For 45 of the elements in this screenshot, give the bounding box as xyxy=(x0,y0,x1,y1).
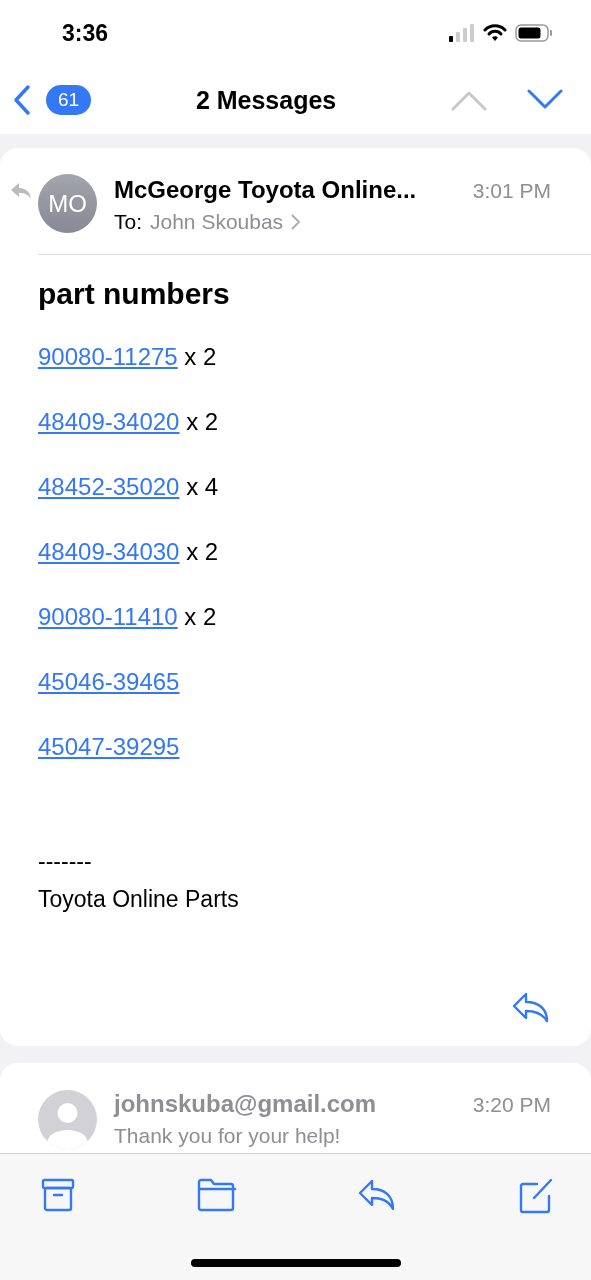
part-number-link[interactable]: 90080-11275 xyxy=(38,343,178,370)
up-chevron-icon xyxy=(451,89,487,111)
down-chevron-icon xyxy=(527,89,563,111)
quantity-text: x 2 xyxy=(186,408,219,435)
unread-count-badge: 61 xyxy=(46,85,92,115)
message-preview: Thank you for your help! xyxy=(114,1124,342,1148)
part-number-link[interactable]: 48409-34030 xyxy=(38,538,180,565)
part-number-link[interactable]: 48452-35020 xyxy=(38,473,180,500)
part-number-link[interactable]: 45046-39465 xyxy=(38,668,180,695)
person-avatar-icon xyxy=(38,1090,97,1149)
compose-button[interactable] xyxy=(517,1178,553,1214)
quantity-text: x 2 xyxy=(184,603,217,630)
sender-name: johnskuba@gmail.com xyxy=(114,1090,378,1118)
thread-title: 2 Messages xyxy=(194,85,338,115)
email-subject: part numbers xyxy=(38,277,231,311)
message-card[interactable]: johnskuba@gmail.com 3:20 PM Thank you for your help! xyxy=(0,1063,591,1153)
back-button[interactable] xyxy=(12,84,32,116)
quantity-text: x 2 xyxy=(186,538,219,565)
part-number-link[interactable]: 45047-39295 xyxy=(38,733,180,760)
to-label: To: xyxy=(114,210,142,234)
next-message-button[interactable] xyxy=(527,89,563,111)
message-time: 3:01 PM xyxy=(472,179,551,203)
part-number-link[interactable]: 48409-34020 xyxy=(38,408,180,435)
part-number-link[interactable]: 90080-11410 xyxy=(38,603,178,630)
wifi-icon xyxy=(483,24,507,42)
quantity-text: x 2 xyxy=(184,343,217,370)
archive-box-icon xyxy=(40,1178,76,1212)
signal-icon xyxy=(449,24,475,42)
folder-icon xyxy=(197,1178,237,1212)
quantity-text: x 4 xyxy=(186,473,219,500)
reply-icon xyxy=(511,991,551,1023)
message-time: 3:20 PM xyxy=(472,1093,551,1117)
chevron-right-icon xyxy=(291,214,301,230)
back-chevron-icon xyxy=(12,84,32,116)
signature-line: ------- xyxy=(38,847,92,876)
archive-button[interactable] xyxy=(40,1178,76,1214)
recipient-link[interactable]: John Skoubas xyxy=(150,210,301,234)
compose-icon xyxy=(517,1178,553,1214)
signature-line: Toyota Online Parts xyxy=(38,885,239,914)
reply-icon xyxy=(358,1178,396,1212)
sender-name: McGeorge Toyota Online... xyxy=(114,176,418,204)
sender-avatar: MO xyxy=(38,174,97,233)
battery-icon xyxy=(515,24,553,42)
move-to-folder-button[interactable] xyxy=(197,1178,237,1214)
clock-time: 3:36 xyxy=(62,19,110,47)
